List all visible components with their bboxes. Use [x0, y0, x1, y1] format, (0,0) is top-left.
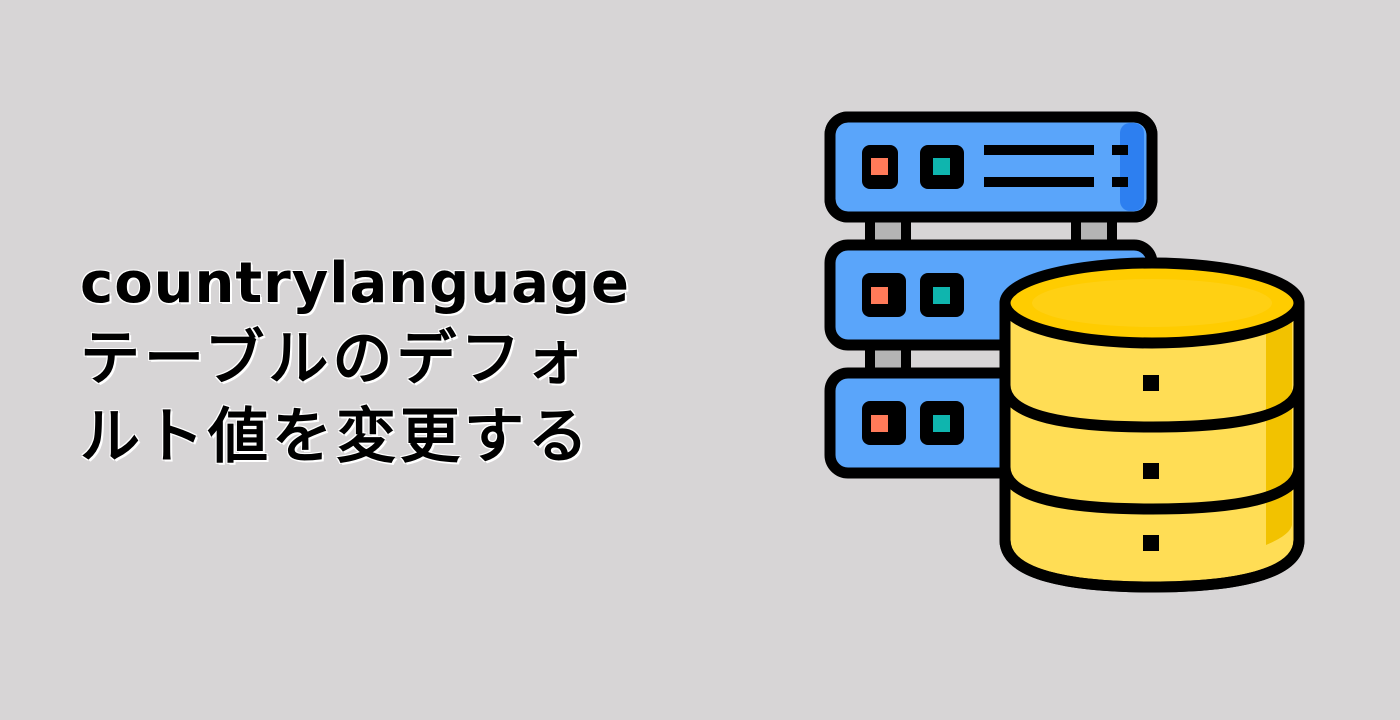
database-server-icon: [820, 105, 1310, 600]
database-cylinder: [999, 257, 1305, 593]
title-line-1: countrylanguage: [80, 251, 630, 316]
title-line-2: テーブルのデフォ: [80, 324, 589, 394]
title-line-3: ルト値を変更する: [80, 402, 592, 472]
server-unit-1: [824, 111, 1158, 223]
page-title: countrylanguage テーブルのデフォ ルト値を変更する: [80, 248, 720, 476]
